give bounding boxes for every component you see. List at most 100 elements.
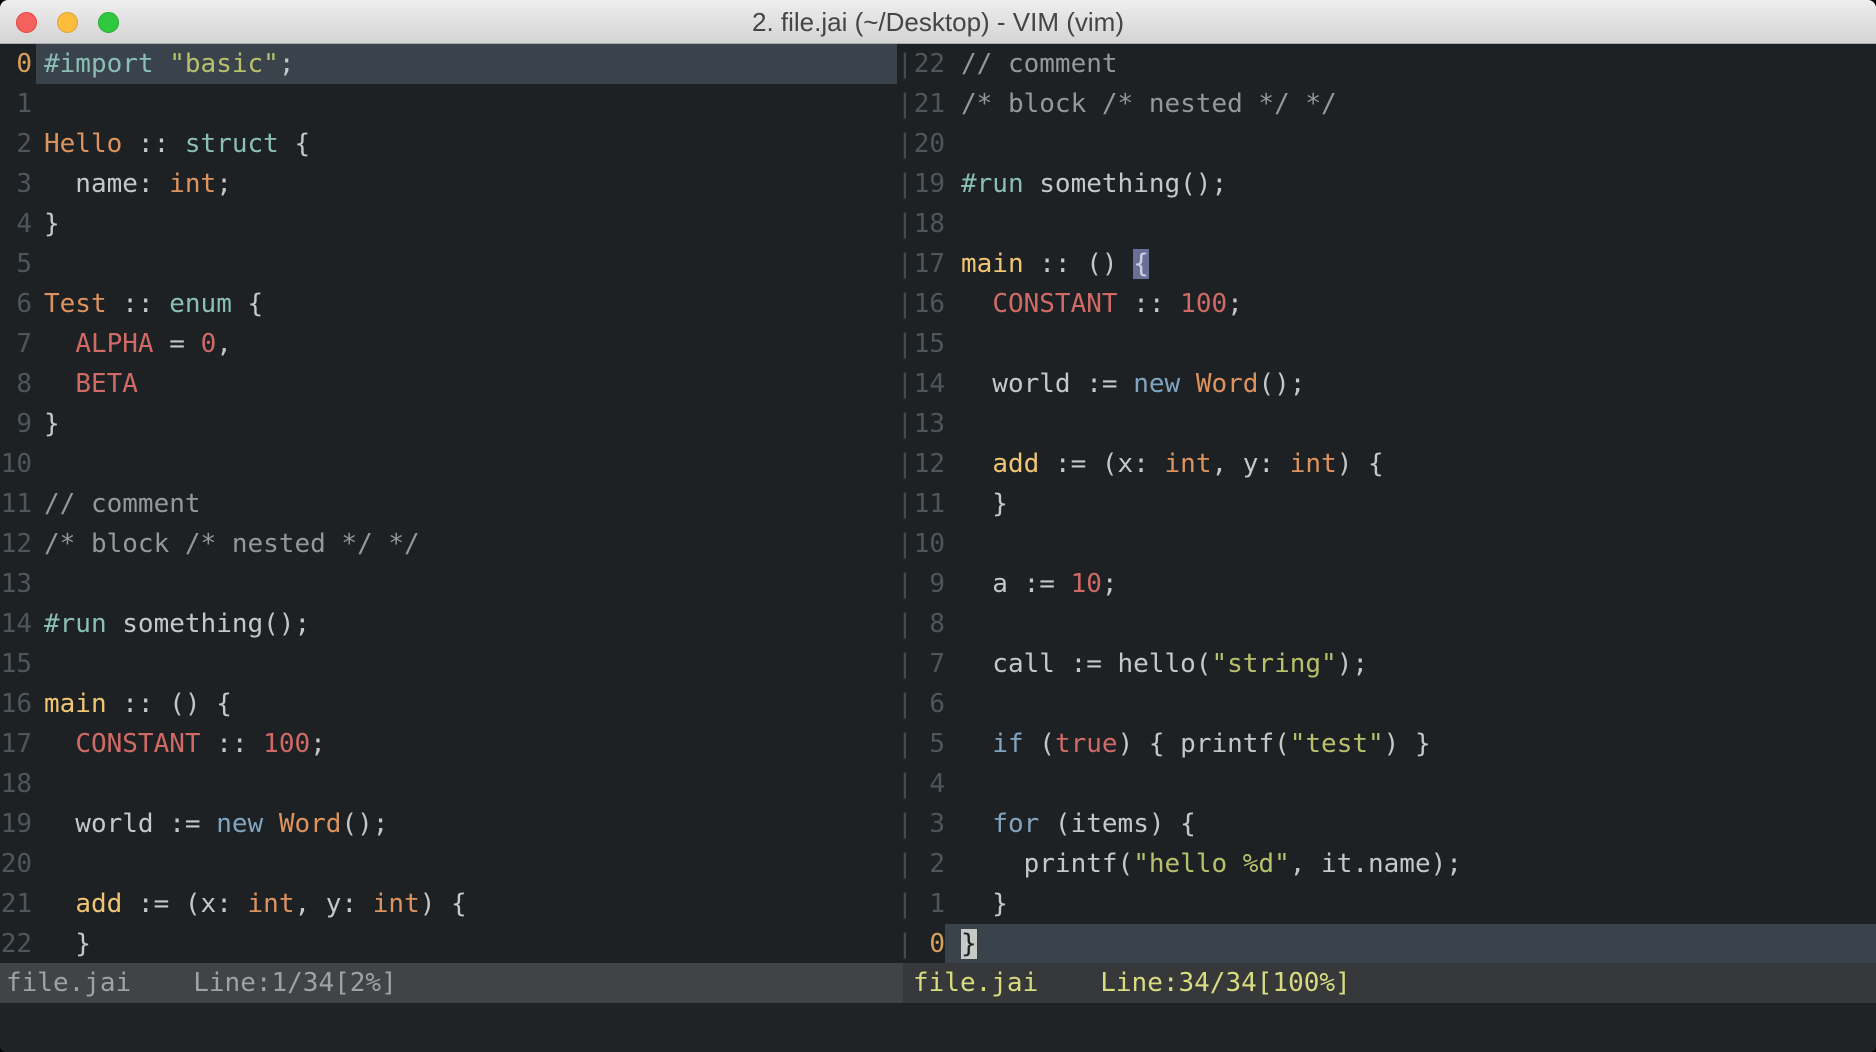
code-line[interactable]: 6Test :: enum { [0, 284, 897, 324]
split-separator: | [897, 604, 913, 644]
code-line[interactable]: |1 } [897, 884, 1876, 924]
line-number: 12 [0, 524, 36, 564]
window-title: 2. file.jai (~/Desktop) - VIM (vim) [0, 0, 1876, 44]
code-text: if (true) { printf("test") } [945, 724, 1876, 764]
code-line[interactable]: |14 world := new Word(); [897, 364, 1876, 404]
code-line[interactable]: |4 [897, 764, 1876, 804]
code-text: } [36, 404, 897, 444]
code-line[interactable]: 17 CONSTANT :: 100; [0, 724, 897, 764]
title-bar: 2. file.jai (~/Desktop) - VIM (vim) [0, 0, 1876, 44]
split-separator: | [897, 924, 913, 963]
code-line[interactable]: 7 ALPHA = 0, [0, 324, 897, 364]
code-line[interactable]: |12 add := (x: int, y: int) { [897, 444, 1876, 484]
line-number: 10 [913, 524, 945, 564]
line-number: 21 [0, 884, 36, 924]
line-number: 11 [913, 484, 945, 524]
code-line[interactable]: 22 } [0, 924, 897, 963]
code-line[interactable]: 14#run something(); [0, 604, 897, 644]
status-position-right: Line:34/34[100%] [1100, 963, 1350, 1003]
line-number: 7 [0, 324, 36, 364]
code-line[interactable]: 3 name: int; [0, 164, 897, 204]
code-line[interactable]: |20 [897, 124, 1876, 164]
split-separator: | [897, 244, 913, 284]
code-text [36, 444, 897, 484]
split-separator: | [897, 324, 913, 364]
command-line[interactable] [0, 1003, 1876, 1052]
split-separator: | [897, 84, 913, 124]
line-number: 6 [0, 284, 36, 324]
code-text: #run something(); [945, 164, 1876, 204]
code-text [945, 124, 1876, 164]
code-text: #import "basic"; [36, 44, 897, 84]
code-line[interactable]: 16main :: () { [0, 684, 897, 724]
code-text: Hello :: struct { [36, 124, 897, 164]
code-line[interactable]: 10 [0, 444, 897, 484]
code-line[interactable]: |7 call := hello("string"); [897, 644, 1876, 684]
code-line[interactable]: 2Hello :: struct { [0, 124, 897, 164]
code-line[interactable]: 8 BETA [0, 364, 897, 404]
code-line[interactable]: |3 for (items) { [897, 804, 1876, 844]
code-line[interactable]: |8 [897, 604, 1876, 644]
code-line[interactable]: 9} [0, 404, 897, 444]
line-number: 16 [0, 684, 36, 724]
code-line[interactable]: 5 [0, 244, 897, 284]
code-line[interactable]: |0} [897, 924, 1876, 963]
code-line[interactable]: |16 CONSTANT :: 100; [897, 284, 1876, 324]
line-number: 21 [913, 84, 945, 124]
code-text [36, 764, 897, 804]
code-line[interactable]: |6 [897, 684, 1876, 724]
line-number: 9 [913, 564, 945, 604]
code-line[interactable]: |18 [897, 204, 1876, 244]
code-text: } [945, 484, 1876, 524]
code-text: /* block /* nested */ */ [945, 84, 1876, 124]
split-separator: | [897, 124, 913, 164]
code-line[interactable]: |17main :: () { [897, 244, 1876, 284]
code-text [945, 324, 1876, 364]
code-text: name: int; [36, 164, 897, 204]
code-line[interactable]: |19#run something(); [897, 164, 1876, 204]
code-line[interactable]: 13 [0, 564, 897, 604]
code-line[interactable]: 4} [0, 204, 897, 244]
code-line[interactable]: |11 } [897, 484, 1876, 524]
code-text [36, 244, 897, 284]
code-line[interactable]: |9 a := 10; [897, 564, 1876, 604]
code-text: } [945, 924, 1876, 963]
code-line[interactable]: |2 printf("hello %d", it.name); [897, 844, 1876, 884]
right-split-pane[interactable]: |22// comment|21/* block /* nested */ */… [897, 44, 1876, 963]
line-number: 1 [0, 84, 36, 124]
line-number: 0 [913, 924, 945, 963]
code-line[interactable]: |10 [897, 524, 1876, 564]
code-line[interactable]: 19 world := new Word(); [0, 804, 897, 844]
line-number: 3 [913, 804, 945, 844]
line-number: 2 [913, 844, 945, 884]
split-separator: | [897, 444, 913, 484]
code-line[interactable]: 1 [0, 84, 897, 124]
left-split-pane[interactable]: 0#import "basic";12Hello :: struct {3 na… [0, 44, 897, 963]
line-number: 13 [913, 404, 945, 444]
code-line[interactable]: 18 [0, 764, 897, 804]
code-line[interactable]: 12/* block /* nested */ */ [0, 524, 897, 564]
code-line[interactable]: |22// comment [897, 44, 1876, 84]
code-line[interactable]: |21/* block /* nested */ */ [897, 84, 1876, 124]
code-text [945, 404, 1876, 444]
split-separator: | [897, 884, 913, 924]
split-separator: | [897, 44, 913, 84]
split-separator: | [897, 764, 913, 804]
split-separator: | [897, 564, 913, 604]
line-number: 13 [0, 564, 36, 604]
code-line[interactable]: 11// comment [0, 484, 897, 524]
code-line[interactable]: 20 [0, 844, 897, 884]
line-number: 7 [913, 644, 945, 684]
line-number: 20 [0, 844, 36, 884]
editor-area: 0#import "basic";12Hello :: struct {3 na… [0, 44, 1876, 963]
code-line[interactable]: 0#import "basic"; [0, 44, 897, 84]
code-line[interactable]: |13 [897, 404, 1876, 444]
line-number: 11 [0, 484, 36, 524]
code-line[interactable]: 21 add := (x: int, y: int) { [0, 884, 897, 924]
code-line[interactable]: |5 if (true) { printf("test") } [897, 724, 1876, 764]
code-line[interactable]: |15 [897, 324, 1876, 364]
code-line[interactable]: 15 [0, 644, 897, 684]
line-number: 4 [913, 764, 945, 804]
line-number: 9 [0, 404, 36, 444]
code-text: BETA [36, 364, 897, 404]
